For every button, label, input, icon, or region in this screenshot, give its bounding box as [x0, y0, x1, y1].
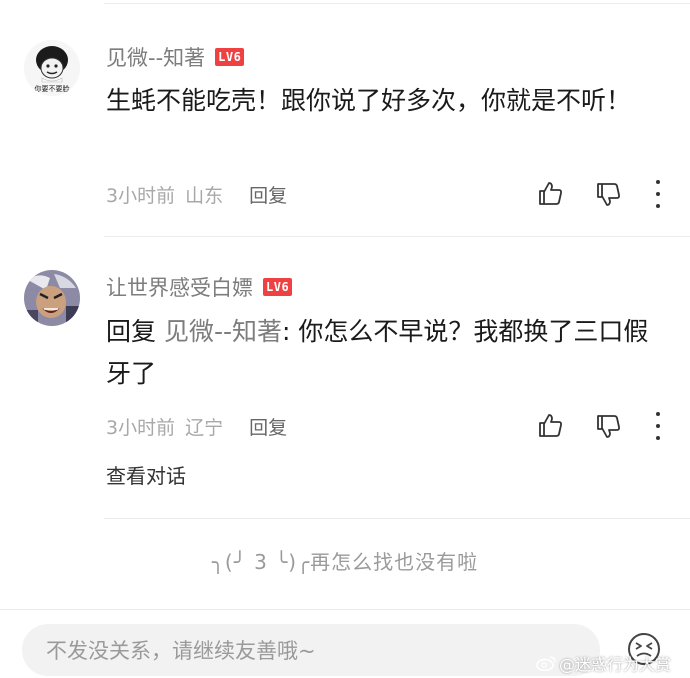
more-options-icon[interactable] [654, 180, 662, 208]
comment-text: 回复 见微--知著: 你怎么不早说？我都换了三口假牙了 [106, 311, 666, 395]
reply-prefix: 回复 [106, 317, 157, 346]
comment-divider [104, 236, 690, 237]
comment-divider [104, 518, 690, 519]
avatar[interactable]: 你要不要脸 [24, 40, 80, 96]
thumbs-up-icon[interactable] [536, 411, 564, 439]
weibo-logo-icon [536, 656, 556, 671]
comment-time: 3小时前 [106, 185, 176, 207]
reply-button[interactable]: 回复 [249, 181, 287, 208]
end-of-comments-message: ╮(╯ 3 ╰)╭再怎么找也没有啦 [211, 550, 479, 574]
thumbs-down-icon[interactable] [594, 413, 622, 441]
comment-meta: 3小时前 辽宁 回复 [106, 413, 287, 440]
username[interactable]: 让世界感受白嫖 LV6 [106, 272, 293, 302]
avatar-caption: 你要不要脸 [34, 85, 70, 93]
mention-link[interactable]: 见微--知著 [164, 317, 282, 346]
footer-divider [0, 609, 690, 610]
level-badge: LV6 [263, 278, 293, 296]
comment-location: 辽宁 [185, 417, 224, 439]
comment-input[interactable]: 不发没关系，请继续友善哦~ [22, 624, 600, 676]
username-text[interactable]: 让世界感受白嫖 [106, 272, 253, 302]
level-badge: LV6 [215, 48, 245, 66]
username-text[interactable]: 见微--知著 [106, 42, 205, 72]
watermark: @迷惑行为大赏 [536, 651, 671, 675]
top-divider [104, 3, 690, 4]
comment-text: 生蚝不能吃壳！跟你说了好多次，你就是不听！ [106, 86, 632, 115]
anime-character-icon [24, 270, 80, 326]
comment-location: 山东 [185, 185, 224, 207]
thumbs-down-icon[interactable] [594, 181, 622, 209]
comment-input-placeholder: 不发没关系，请继续友善哦~ [46, 639, 316, 663]
comment-meta: 3小时前 山东 回复 [106, 181, 287, 208]
thumbs-up-icon[interactable] [536, 179, 564, 207]
watermark-text: @迷惑行为大赏 [559, 655, 672, 674]
more-options-icon[interactable] [654, 412, 662, 440]
comment-time: 3小时前 [106, 417, 176, 439]
avatar[interactable] [24, 270, 80, 326]
reply-button[interactable]: 回复 [249, 413, 287, 440]
username[interactable]: 见微--知著 LV6 [106, 42, 245, 72]
view-conversation-link[interactable]: 查看对话 [106, 460, 186, 489]
